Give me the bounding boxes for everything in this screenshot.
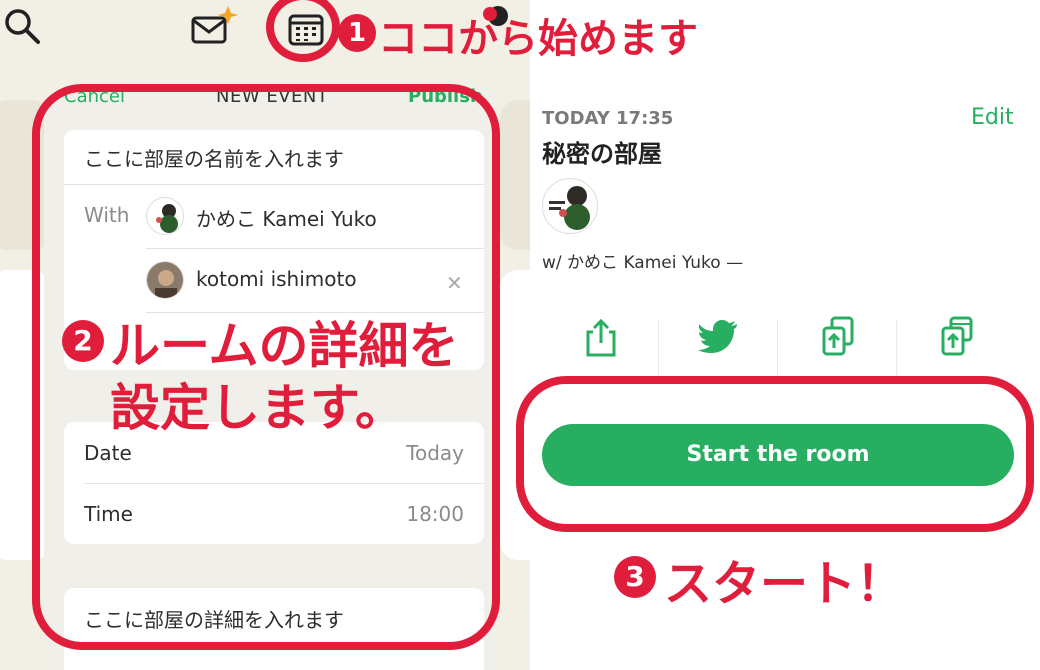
add-to-cal-icon — [939, 316, 975, 362]
host-avatar — [542, 178, 598, 234]
share-icon — [584, 318, 618, 362]
step-1-caption: ココから始めます — [378, 16, 698, 62]
host-line: w/ かめこ Kamei Yuko — — [542, 253, 744, 273]
highlight-box — [516, 376, 1034, 532]
share-button[interactable] — [540, 314, 658, 378]
twitter-icon — [698, 320, 739, 358]
step-number: 2 — [62, 320, 104, 362]
step-2-caption-line2: 設定します。 — [110, 379, 405, 437]
tweet-button[interactable] — [659, 314, 777, 378]
copy-link-icon — [820, 316, 856, 362]
add-to-cal-button[interactable] — [897, 314, 1015, 378]
step-3-caption: スタート！ — [664, 556, 905, 612]
envelope-sparkle-icon[interactable] — [190, 4, 240, 50]
copy-link-button[interactable] — [778, 314, 896, 378]
step-number: 1 — [338, 14, 376, 52]
search-icon[interactable] — [2, 6, 42, 50]
background-card — [500, 100, 530, 250]
room-title: 秘密の部屋 — [542, 140, 662, 168]
event-datetime: TODAY 17:35 — [542, 108, 674, 129]
step-number: 3 — [614, 556, 656, 598]
edit-button[interactable]: Edit — [971, 105, 1014, 130]
